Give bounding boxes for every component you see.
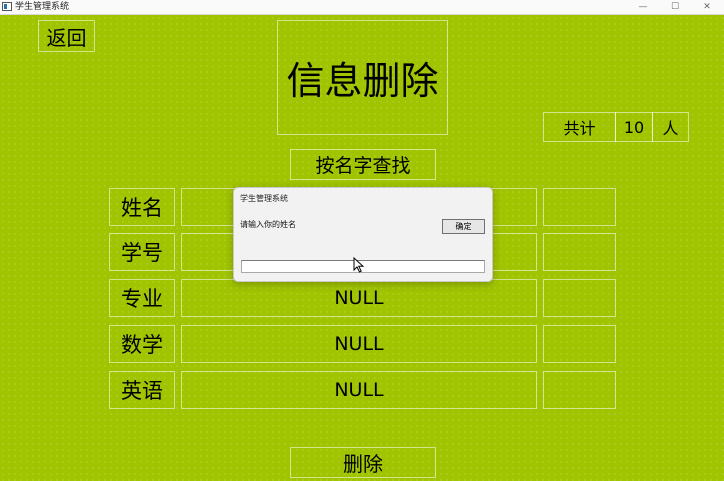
app-icon [2, 2, 12, 11]
field-label-english: 英语 [109, 371, 175, 409]
total-count: 10 [615, 112, 653, 142]
field-extra-english [543, 371, 616, 409]
field-label-name: 姓名 [109, 188, 175, 226]
field-label-major: 专业 [109, 279, 175, 317]
minimize-button[interactable]: — [628, 0, 658, 14]
total-label: 共计 [543, 112, 616, 142]
window-titlebar: 学生管理系统 — ☐ ✕ [0, 0, 724, 15]
field-extra-math [543, 325, 616, 363]
search-by-name-button[interactable]: 按名字查找 [290, 149, 436, 180]
field-label-math: 数学 [109, 325, 175, 363]
total-unit: 人 [652, 112, 689, 142]
field-value-major: NULL [181, 279, 537, 317]
close-button[interactable]: ✕ [692, 0, 722, 14]
window-title: 学生管理系统 [15, 2, 70, 12]
back-button[interactable]: 返回 [38, 20, 95, 52]
field-label-id: 学号 [109, 233, 175, 271]
delete-button[interactable]: 删除 [290, 447, 436, 478]
page-title: 信息删除 [277, 20, 448, 135]
field-extra-name [543, 188, 616, 226]
field-value-english: NULL [181, 371, 537, 409]
field-extra-id [543, 233, 616, 271]
field-extra-major [543, 279, 616, 317]
field-value-math: NULL [181, 325, 537, 363]
maximize-button[interactable]: ☐ [660, 0, 690, 14]
dialog-title: 学生管理系统 [240, 194, 288, 203]
dialog-prompt: 请输入你的姓名 [240, 220, 296, 229]
dialog-ok-button[interactable]: 确定 [442, 219, 485, 234]
